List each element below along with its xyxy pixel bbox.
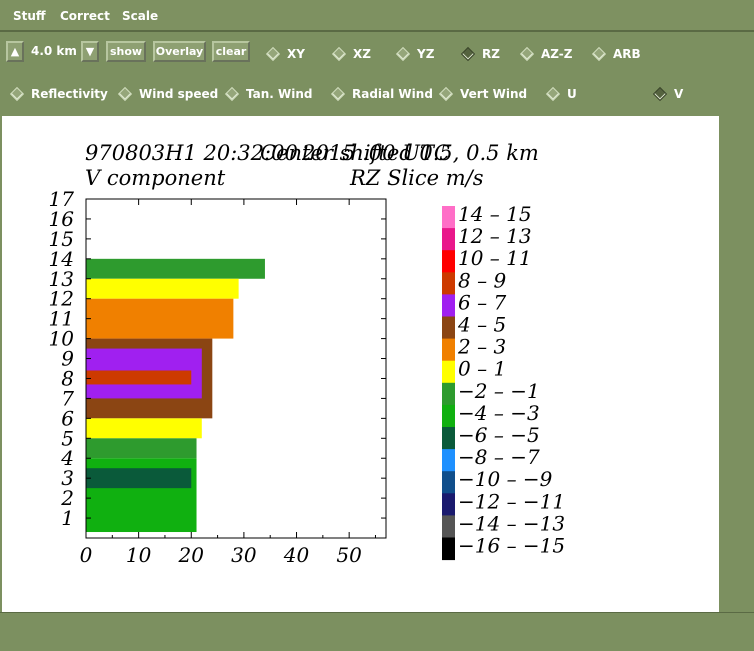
legend-label-10: −6 – −5 — [458, 423, 540, 447]
x-tick-label-0: 0 — [80, 543, 93, 567]
legend-label-2: 10 – 11 — [458, 246, 532, 270]
legend-swatch-2 — [442, 250, 455, 273]
legend-swatch-7 — [442, 360, 455, 384]
radio-diamond-icon — [545, 86, 561, 102]
toolbar: ▲ 4.0 km ▼ show Overlay clear XY XZ YZ R… — [0, 34, 754, 112]
radio-diamond-icon — [224, 86, 240, 102]
legend-label-8: −2 – −1 — [458, 379, 540, 403]
legend-swatch-13 — [442, 493, 455, 516]
legend-swatch-10 — [442, 427, 455, 450]
legend-label-14: −14 – −13 — [458, 511, 565, 535]
plot-canvas[interactable]: 970803H1 20:32:00 Center shifted 0.5, 0.… — [2, 116, 719, 612]
legend-label-11: −8 – −7 — [458, 445, 540, 469]
heatmap-band-7 — [86, 438, 197, 459]
legend-label-12: −10 – −9 — [458, 467, 553, 491]
heatmap-band-0 — [86, 258, 265, 279]
view-xz-radio[interactable]: XZ — [331, 46, 371, 62]
view-az-z-radio[interactable]: AZ-Z — [519, 46, 572, 62]
menu-bar: Stuff Correct Scale — [0, 0, 754, 32]
field-u-radio[interactable]: U — [545, 86, 577, 102]
legend-label-4: 6 – 7 — [458, 290, 506, 314]
radio-diamond-icon — [265, 46, 281, 62]
heatmap-band-6 — [86, 418, 202, 439]
view-arb-radio[interactable]: ARB — [591, 46, 641, 62]
legend-swatch-6 — [442, 338, 455, 362]
field-reflectivity-radio[interactable]: Reflectivity — [9, 86, 108, 102]
view-xy-radio[interactable]: XY — [265, 46, 305, 62]
height-up-button[interactable]: ▲ — [6, 41, 24, 62]
plot-subtitle-left: V component — [85, 166, 226, 190]
heatmap-band-9 — [86, 468, 192, 489]
legend-swatch-15 — [442, 537, 455, 561]
radio-diamond-icon — [460, 46, 476, 62]
field-radial-wind-radio[interactable]: Radial Wind — [330, 86, 433, 102]
menu-stuff[interactable]: Stuff — [13, 9, 46, 23]
x-tick-label-5: 50 — [336, 543, 362, 567]
y-tick-label-16: 17 — [49, 187, 75, 211]
legend-swatch-4 — [442, 294, 455, 317]
bottom-bar — [0, 612, 754, 651]
legend-swatch-0 — [442, 206, 455, 229]
legend-label-3: 8 – 9 — [458, 268, 506, 292]
legend-label-5: 4 – 5 — [457, 313, 506, 337]
legend-swatch-12 — [442, 471, 455, 494]
radio-diamond-icon — [519, 46, 535, 62]
radio-diamond-icon — [117, 86, 133, 102]
legend-label-7: 0 – 1 — [458, 357, 506, 381]
clear-button[interactable]: clear — [212, 41, 250, 62]
field-v-radio[interactable]: V — [652, 86, 683, 102]
radio-diamond-icon — [9, 86, 25, 102]
radio-diamond-icon — [395, 46, 411, 62]
heatmap-band-1 — [86, 278, 239, 299]
height-value: 4.0 km — [31, 44, 77, 58]
field-wind-speed-radio[interactable]: Wind speed — [117, 86, 218, 102]
plot-subtitle-right: RZ Slice m/s — [349, 166, 484, 190]
right-panel — [719, 116, 754, 612]
plot-title-right: 2015 .00 UTC — [301, 141, 450, 165]
legend-swatch-3 — [442, 272, 455, 295]
radio-diamond-icon — [591, 46, 607, 62]
legend-label-9: −4 – −3 — [458, 401, 540, 425]
x-tick-label-1: 10 — [126, 543, 152, 567]
field-tan-wind-radio[interactable]: Tan. Wind — [224, 86, 313, 102]
x-tick-label-3: 30 — [231, 543, 257, 567]
legend-label-0: 14 – 15 — [458, 202, 532, 226]
menu-scale[interactable]: Scale — [122, 9, 158, 23]
plot-svg: 970803H1 20:32:00 Center shifted 0.5, 0.… — [49, 141, 566, 567]
triangle-down-icon: ▼ — [85, 45, 95, 58]
legend-swatch-11 — [442, 449, 455, 472]
radio-diamond-icon — [330, 86, 346, 102]
field-vert-wind-radio[interactable]: Vert Wind — [438, 86, 527, 102]
legend-label-13: −12 – −11 — [458, 489, 565, 513]
x-tick-label-4: 40 — [283, 543, 310, 567]
view-rz-radio[interactable]: RZ — [460, 46, 500, 62]
legend-label-15: −16 – −15 — [458, 534, 565, 558]
show-button[interactable]: show — [106, 41, 146, 62]
x-tick-label-2: 20 — [178, 543, 205, 567]
legend-swatch-5 — [442, 316, 455, 340]
legend-swatch-8 — [442, 382, 455, 406]
heatmap-band-2 — [86, 298, 234, 339]
view-yz-radio[interactable]: YZ — [395, 46, 434, 62]
triangle-up-icon: ▲ — [10, 45, 20, 58]
radio-diamond-icon — [438, 86, 454, 102]
overlay-button[interactable]: Overlay — [153, 41, 206, 62]
menu-correct[interactable]: Correct — [60, 9, 110, 23]
radio-diamond-icon — [331, 46, 347, 62]
height-down-button[interactable]: ▼ — [81, 41, 99, 62]
legend-swatch-14 — [442, 515, 455, 538]
legend-swatch-1 — [442, 228, 455, 251]
legend-swatch-9 — [442, 404, 455, 428]
legend-label-1: 12 – 13 — [458, 224, 532, 248]
legend-label-6: 2 – 3 — [457, 335, 506, 359]
heatmap-band-5 — [86, 370, 192, 385]
radio-diamond-icon — [652, 86, 668, 102]
